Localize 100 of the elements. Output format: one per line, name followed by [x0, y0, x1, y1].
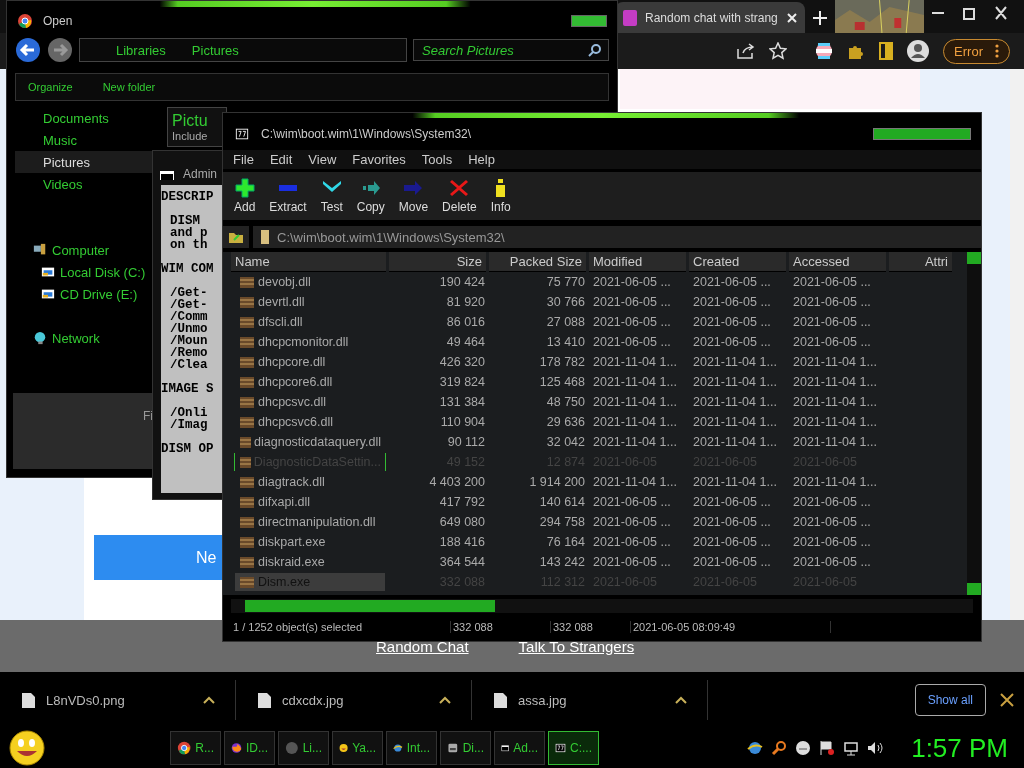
flag-icon[interactable] [815, 42, 834, 60]
table-cell-text: 81 920 [445, 295, 486, 309]
nav-item[interactable]: Music [15, 129, 81, 151]
menu-item[interactable]: Tools [421, 152, 453, 167]
file-name[interactable]: directmanipulation.dll [235, 513, 385, 531]
table-cell-text: 140 614 [538, 495, 586, 509]
file-name[interactable]: devrtl.dll [235, 293, 385, 311]
column-header[interactable]: Accessed [789, 252, 886, 272]
toolbar-button[interactable]: Add [231, 178, 259, 214]
profile-icon[interactable] [907, 40, 930, 62]
menu-item[interactable]: View [308, 152, 337, 167]
sidebar-icon[interactable] [879, 42, 894, 60]
scrollbar[interactable] [967, 252, 981, 595]
share-icon[interactable] [737, 43, 756, 59]
tree-item[interactable]: Local Disk (C:) [15, 261, 150, 283]
scrollbar[interactable] [231, 599, 973, 613]
caret-icon[interactable] [439, 696, 451, 704]
file-name[interactable]: devobj.dll [235, 273, 385, 291]
browser-tab[interactable]: Random chat with strang [615, 2, 805, 33]
column-header[interactable]: Modified [589, 252, 686, 272]
caret-icon[interactable] [675, 696, 687, 704]
toolbar-button[interactable]: Extract [266, 178, 310, 214]
table-cell-text: 2021-11-04 1... [592, 415, 678, 429]
file-name[interactable]: diskraid.exe [235, 553, 385, 571]
forward-icon[interactable] [47, 37, 73, 63]
download-item[interactable]: assa.jpg [472, 680, 708, 720]
download-item[interactable]: L8nVDs0.png [0, 680, 236, 720]
tree-item[interactable]: CD Drive (E:) [15, 283, 142, 305]
menu-item[interactable]: Help [468, 152, 495, 167]
file-name[interactable]: diagtrack.dll [235, 473, 385, 491]
error-button[interactable]: Error [943, 38, 1010, 64]
file-name[interactable]: dhcpcsvc.dll [235, 393, 385, 411]
table-cell-text: 32 042 [545, 435, 586, 449]
status-text: 332 088 [451, 621, 551, 633]
flag-icon[interactable] [819, 740, 836, 756]
taskbar-button[interactable]: Int... [386, 731, 437, 765]
file-name[interactable]: dhcpcore.dll [235, 353, 385, 371]
column-header[interactable]: Created [689, 252, 786, 272]
close-icon[interactable] [1000, 693, 1014, 707]
star-icon[interactable] [769, 42, 788, 60]
file-name[interactable]: difxapi.dll [235, 493, 385, 511]
file-icon [239, 275, 255, 289]
toolbar-button[interactable]: Test [317, 178, 346, 214]
breadcrumb-item[interactable]: Pictures [191, 42, 239, 58]
table-cell-text: 2021-06-05 ... [692, 335, 772, 349]
file-name[interactable]: diskpart.exe [235, 533, 385, 551]
file-name[interactable]: dfscli.dll [235, 313, 385, 331]
file-name[interactable]: dhcpcmonitor.dll [235, 333, 385, 351]
toolbar-button[interactable]: Move [395, 178, 432, 214]
search-icon[interactable] [588, 43, 602, 57]
search-icon[interactable] [771, 740, 788, 756]
column-header[interactable]: Size [389, 252, 486, 272]
folder-up-button[interactable] [223, 226, 249, 248]
back-icon[interactable] [15, 37, 41, 63]
file-name[interactable]: dhcpcore6.dll [235, 373, 385, 391]
table-cell-text: 2021-06-05 ... [592, 555, 672, 569]
path-field[interactable]: C:\wim\boot.wim\1\Windows\System32\ [253, 226, 981, 248]
taskbar-button[interactable]: Di... [440, 731, 491, 765]
table-cell-text: 2021-06-05 ... [792, 275, 872, 289]
network-icon[interactable] [843, 740, 860, 756]
taskbar-button[interactable]: C:... [548, 731, 599, 765]
table-cell-text: 2021-06-05 ... [792, 535, 872, 549]
column-header[interactable]: Packed Size [489, 252, 586, 272]
nav-item[interactable]: Videos [15, 173, 87, 195]
column-header[interactable]: Attri [889, 252, 952, 272]
download-item[interactable]: cdxcdx.jpg [236, 680, 472, 720]
taskbar-button[interactable]: R... [170, 731, 221, 765]
search-field[interactable]: Search Pictures [413, 39, 609, 61]
footer-link[interactable]: Random Chat [376, 637, 469, 655]
taskbar-button[interactable]: ID... [224, 731, 275, 765]
show-all-button[interactable]: Show all [914, 684, 986, 716]
scrollbar[interactable] [1010, 69, 1024, 620]
file-name[interactable]: diagnosticdataquery.dll [235, 433, 385, 451]
tree-item[interactable]: Computer [15, 239, 114, 261]
menu-item[interactable]: File [233, 152, 254, 167]
toolbar-button[interactable]: New folder [102, 81, 156, 93]
file-name[interactable]: dhcpcsvc6.dll [235, 413, 385, 431]
column-header[interactable]: Name [231, 252, 386, 272]
address-bar[interactable]: Libraries Pictures [79, 38, 407, 62]
menu-item[interactable]: Edit [269, 152, 293, 167]
toolbar-button[interactable]: Organize [28, 81, 73, 93]
search-input[interactable]: Search Pictures [420, 41, 588, 59]
taskbar-button[interactable]: Li... [278, 731, 329, 765]
breadcrumb-item[interactable]: Libraries [116, 42, 166, 58]
nav-item[interactable]: Pictures [15, 151, 155, 173]
table-cell-text: 2021-06-05 ... [592, 535, 672, 549]
table-cell-text: 2021-06-05 ... [792, 515, 872, 529]
footer-link[interactable]: Talk To Strangers [518, 637, 635, 655]
speaker-icon[interactable] [867, 740, 884, 756]
toolbar-button[interactable]: Copy [353, 178, 388, 214]
toolbar-button[interactable]: Delete [439, 178, 480, 214]
menu-icon[interactable] [995, 44, 999, 58]
nav-item[interactable]: Documents [15, 107, 113, 129]
taskbar-button[interactable]: Ad... [494, 731, 545, 765]
caret-icon[interactable] [203, 696, 215, 704]
taskbar-button[interactable]: Ya... [332, 731, 383, 765]
globe-icon[interactable] [747, 740, 764, 756]
menu-item[interactable]: Favorites [352, 152, 406, 167]
tree-item[interactable]: Network [15, 327, 104, 349]
toolbar-button[interactable]: Info [487, 178, 514, 214]
